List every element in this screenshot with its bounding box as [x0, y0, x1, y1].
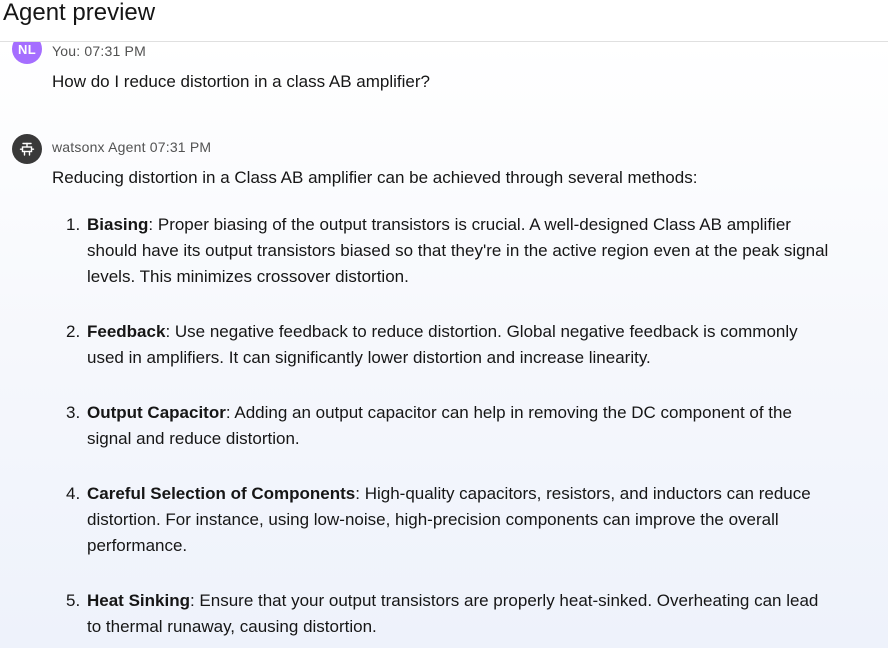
preview-header: Agent preview	[0, 0, 888, 42]
page-title: Agent preview	[3, 0, 156, 26]
user-message-meta: You: 07:31 PM	[52, 43, 146, 59]
agent-avatar	[12, 134, 42, 164]
list-item-text: : Proper biasing of the output transisto…	[87, 215, 829, 286]
chat-transcript[interactable]: NL You: 07:31 PM How do I reduce distort…	[0, 42, 888, 648]
list-item: 2. Feedback: Use negative feedback to red…	[52, 319, 832, 371]
agent-steps-list: 1. Biasing: Proper biasing of the output …	[52, 212, 832, 648]
user-avatar: NL	[12, 42, 42, 64]
list-item-title: Output Capacitor	[87, 403, 226, 422]
list-item: 4. Careful Selection of Components: High-…	[52, 481, 832, 559]
list-item-number: 5.	[66, 591, 81, 610]
list-item-title: Heat Sinking	[87, 591, 190, 610]
agent-message-intro: Reducing distortion in a Class AB amplif…	[52, 168, 698, 187]
list-item-text: : Use negative feedback to reduce distor…	[87, 322, 798, 367]
agent-message-meta: watsonx Agent 07:31 PM	[52, 139, 212, 155]
user-message-text: How do I reduce distortion in a class AB…	[52, 72, 430, 91]
user-avatar-initials: NL	[18, 42, 36, 57]
list-item-title: Biasing	[87, 215, 149, 234]
list-item-title: Careful Selection of Components	[87, 484, 356, 503]
list-item-number: 2.	[66, 322, 81, 341]
list-item: 1. Biasing: Proper biasing of the output …	[52, 212, 832, 290]
list-item-number: 1.	[66, 215, 81, 234]
list-item-number: 4.	[66, 484, 81, 503]
list-item: 3. Output Capacitor: Adding an output cap…	[52, 400, 832, 452]
list-item-number: 3.	[66, 403, 81, 422]
agent-robot-icon	[19, 142, 35, 156]
list-item: 5. Heat Sinking: Ensure that your output …	[52, 588, 832, 640]
list-item-title: Feedback	[87, 322, 166, 341]
list-item-text: : Ensure that your output transistors ar…	[87, 591, 819, 636]
